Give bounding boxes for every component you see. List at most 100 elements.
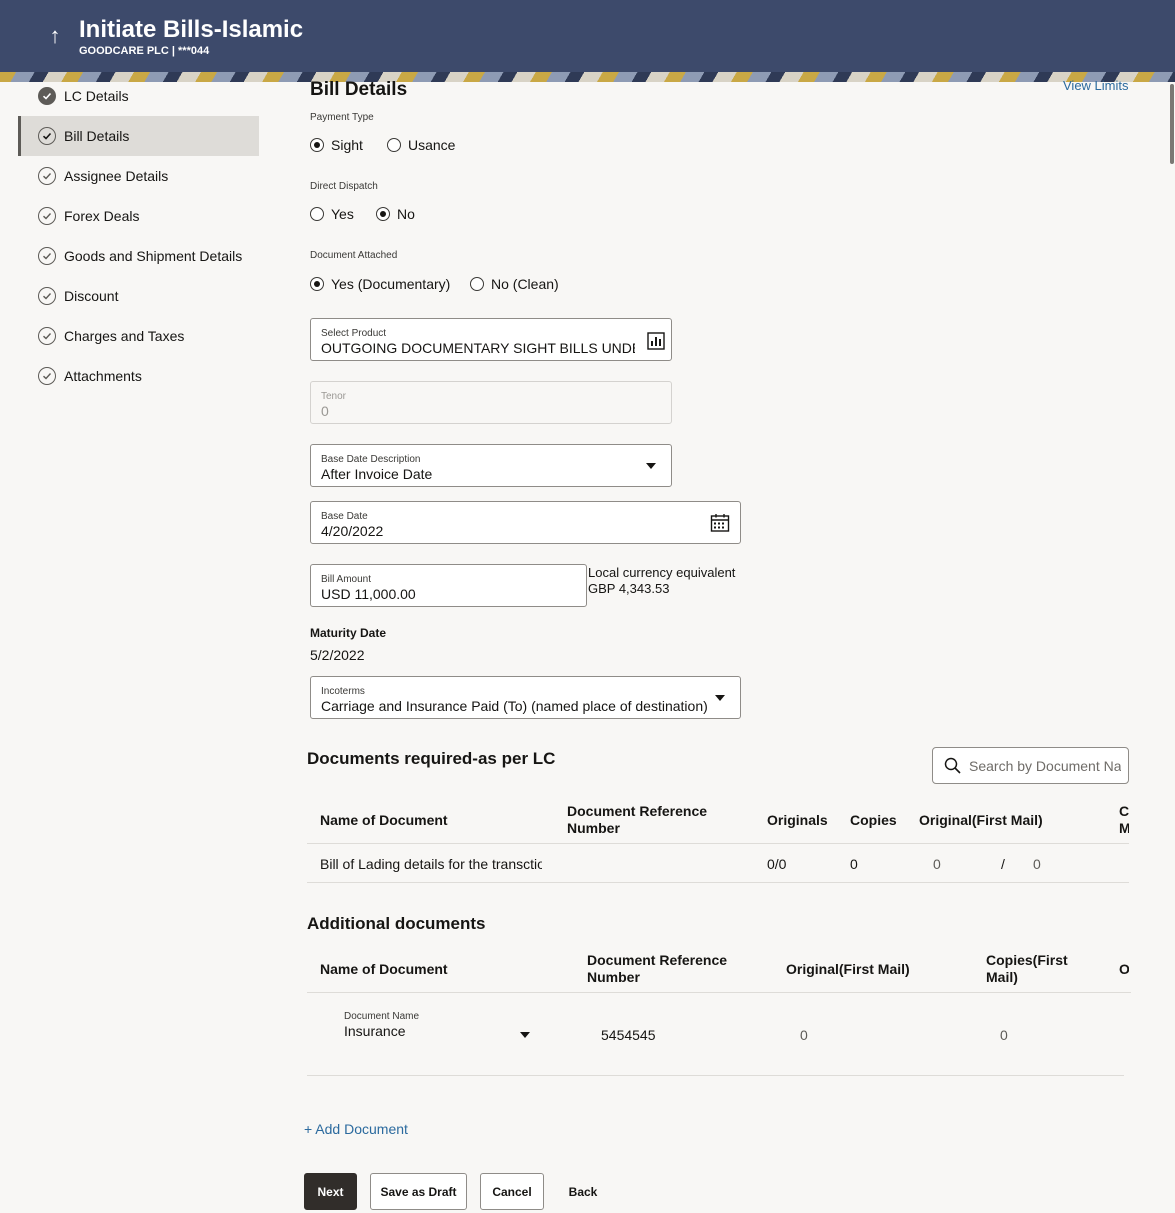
column-header: Copies(First Mail) [1119, 803, 1129, 836]
document-name-select[interactable]: Document Name Insurance [334, 1004, 534, 1048]
sidebar-item-label: Charges and Taxes [64, 328, 185, 344]
radio-label: No (Clean) [491, 276, 559, 292]
check-circle-icon [38, 87, 56, 105]
next-button[interactable]: Next [304, 1173, 357, 1210]
column-header: Name of Document [320, 812, 448, 828]
radio-sight[interactable]: Sight [310, 137, 363, 153]
row-divider [307, 882, 1129, 883]
sidebar-item-attachments[interactable]: Attachments [18, 356, 259, 396]
check-circle-icon [38, 287, 56, 305]
lookup-icon[interactable] [647, 332, 665, 350]
field-value: 0 [321, 403, 329, 419]
sidebar-item-assignee-details[interactable]: Assignee Details [18, 156, 259, 196]
page-title: Initiate Bills-Islamic [79, 16, 304, 43]
sidebar-item-lc-details[interactable]: LC Details [18, 76, 259, 116]
field-label: Bill Amount [321, 574, 372, 585]
sidebar-item-label: Attachments [64, 368, 142, 384]
radio-label: Usance [408, 137, 456, 153]
payment-type-label: Payment Type [310, 112, 374, 123]
field-label: Base Date [321, 511, 368, 522]
field-label: Select Product [321, 328, 387, 339]
sidebar-item-charges-taxes[interactable]: Charges and Taxes [18, 316, 259, 356]
column-header: Original(First Mail) [919, 812, 1043, 828]
tenor-field: Tenor 0 [310, 381, 672, 424]
sidebar-item-discount[interactable]: Discount [18, 276, 259, 316]
check-circle-icon [38, 207, 56, 225]
back-button[interactable]: Back [558, 1173, 608, 1210]
field-value: Insurance [344, 1023, 406, 1039]
column-header: Copies [850, 812, 897, 828]
add-document-link[interactable]: + Add Document [304, 1121, 408, 1137]
chevron-down-icon [715, 695, 725, 701]
section-title: Bill Details [310, 79, 408, 100]
column-header: Originals [1119, 961, 1129, 977]
column-header: Document Reference Number [587, 952, 728, 985]
page-subtitle: GOODCARE PLC | ***044 [79, 45, 210, 57]
radio-clean[interactable]: No (Clean) [470, 276, 559, 292]
field-value: OUTGOING DOCUMENTARY SIGHT BILLS UNDER L… [321, 340, 635, 356]
radio-usance[interactable]: Usance [387, 137, 455, 153]
scrollbar[interactable] [1170, 84, 1174, 164]
radio-unselected-icon [470, 277, 484, 291]
radio-label: Yes [331, 206, 354, 222]
save-draft-button[interactable]: Save as Draft [370, 1173, 467, 1210]
separator: / [1001, 856, 1005, 872]
document-search-input[interactable]: Search by Document Name [932, 747, 1129, 784]
back-arrow-icon[interactable]: ↑ [44, 24, 66, 48]
field-label: Document Name [344, 1011, 420, 1022]
search-icon [944, 757, 961, 774]
radio-selected-icon [376, 207, 390, 221]
check-circle-icon [38, 247, 56, 265]
sidebar-item-forex-deals[interactable]: Forex Deals [18, 196, 259, 236]
original-first-mail-b[interactable]: 0 [1033, 856, 1041, 872]
original-first-mail-input[interactable]: 0 [800, 1027, 808, 1043]
chevron-down-icon [520, 1032, 530, 1038]
base-date-description-select[interactable]: Base Date Description After Invoice Date [310, 444, 672, 487]
column-header: Name of Document [320, 961, 448, 977]
sidebar-item-bill-details[interactable]: Bill Details [18, 116, 259, 156]
radio-documentary[interactable]: Yes (Documentary) [310, 276, 450, 292]
field-label: Tenor [321, 391, 347, 402]
view-limits-link[interactable]: View Limits [1063, 78, 1129, 93]
row-divider [307, 843, 1129, 844]
radio-label: No [397, 206, 415, 222]
cancel-button[interactable]: Cancel [480, 1173, 544, 1210]
originals-value: 0/0 [767, 856, 787, 872]
select-product-field[interactable]: Select Product OUTGOING DOCUMENTARY SIGH… [310, 318, 672, 361]
radio-label: Yes (Documentary) [331, 276, 451, 292]
check-circle-icon [38, 127, 56, 145]
copies-first-mail-input[interactable]: 0 [1000, 1027, 1008, 1043]
sidebar-item-label: Goods and Shipment Details [64, 248, 243, 264]
original-first-mail-a[interactable]: 0 [933, 856, 941, 872]
local-currency-value: GBP 4,343.53 [588, 581, 670, 596]
search-placeholder: Search by Document Name [969, 758, 1121, 774]
document-name: Bill of Lading details for the transctio… [320, 856, 542, 872]
additional-docs-title: Additional documents [307, 914, 486, 933]
bill-amount-field[interactable]: Bill Amount USD 11,000.00 [310, 564, 587, 607]
row-divider [307, 1075, 1124, 1076]
calendar-icon[interactable] [710, 513, 730, 532]
base-date-field[interactable]: Base Date 4/20/2022 [310, 501, 741, 544]
sidebar-item-label: Bill Details [64, 128, 130, 144]
radio-dispatch-yes[interactable]: Yes [310, 206, 354, 222]
radio-selected-icon [310, 138, 324, 152]
sidebar-item-label: Discount [64, 288, 119, 304]
field-value: 4/20/2022 [321, 523, 384, 539]
radio-dispatch-no[interactable]: No [376, 206, 415, 222]
column-header: Originals [767, 812, 828, 828]
incoterms-select[interactable]: Incoterms Carriage and Insurance Paid (T… [310, 676, 741, 719]
radio-selected-icon [310, 277, 324, 291]
copies-value: 0 [850, 856, 858, 872]
document-ref-input[interactable]: 5454545 [601, 1027, 656, 1043]
radio-unselected-icon [310, 207, 324, 221]
field-value: USD 11,000.00 [321, 586, 416, 602]
check-circle-icon [38, 327, 56, 345]
field-label: Base Date Description [321, 454, 421, 465]
sidebar-item-goods-shipment[interactable]: Goods and Shipment Details [18, 236, 259, 276]
page-header: ↑ Initiate Bills-Islamic GOODCARE PLC | … [0, 0, 1175, 72]
column-header: Document Reference Number [567, 803, 708, 836]
sidebar-item-label: Assignee Details [64, 168, 169, 184]
direct-dispatch-label: Direct Dispatch [310, 181, 378, 192]
documents-lc-title: Documents required-as per LC [307, 749, 556, 768]
field-label: Incoterms [321, 686, 365, 697]
